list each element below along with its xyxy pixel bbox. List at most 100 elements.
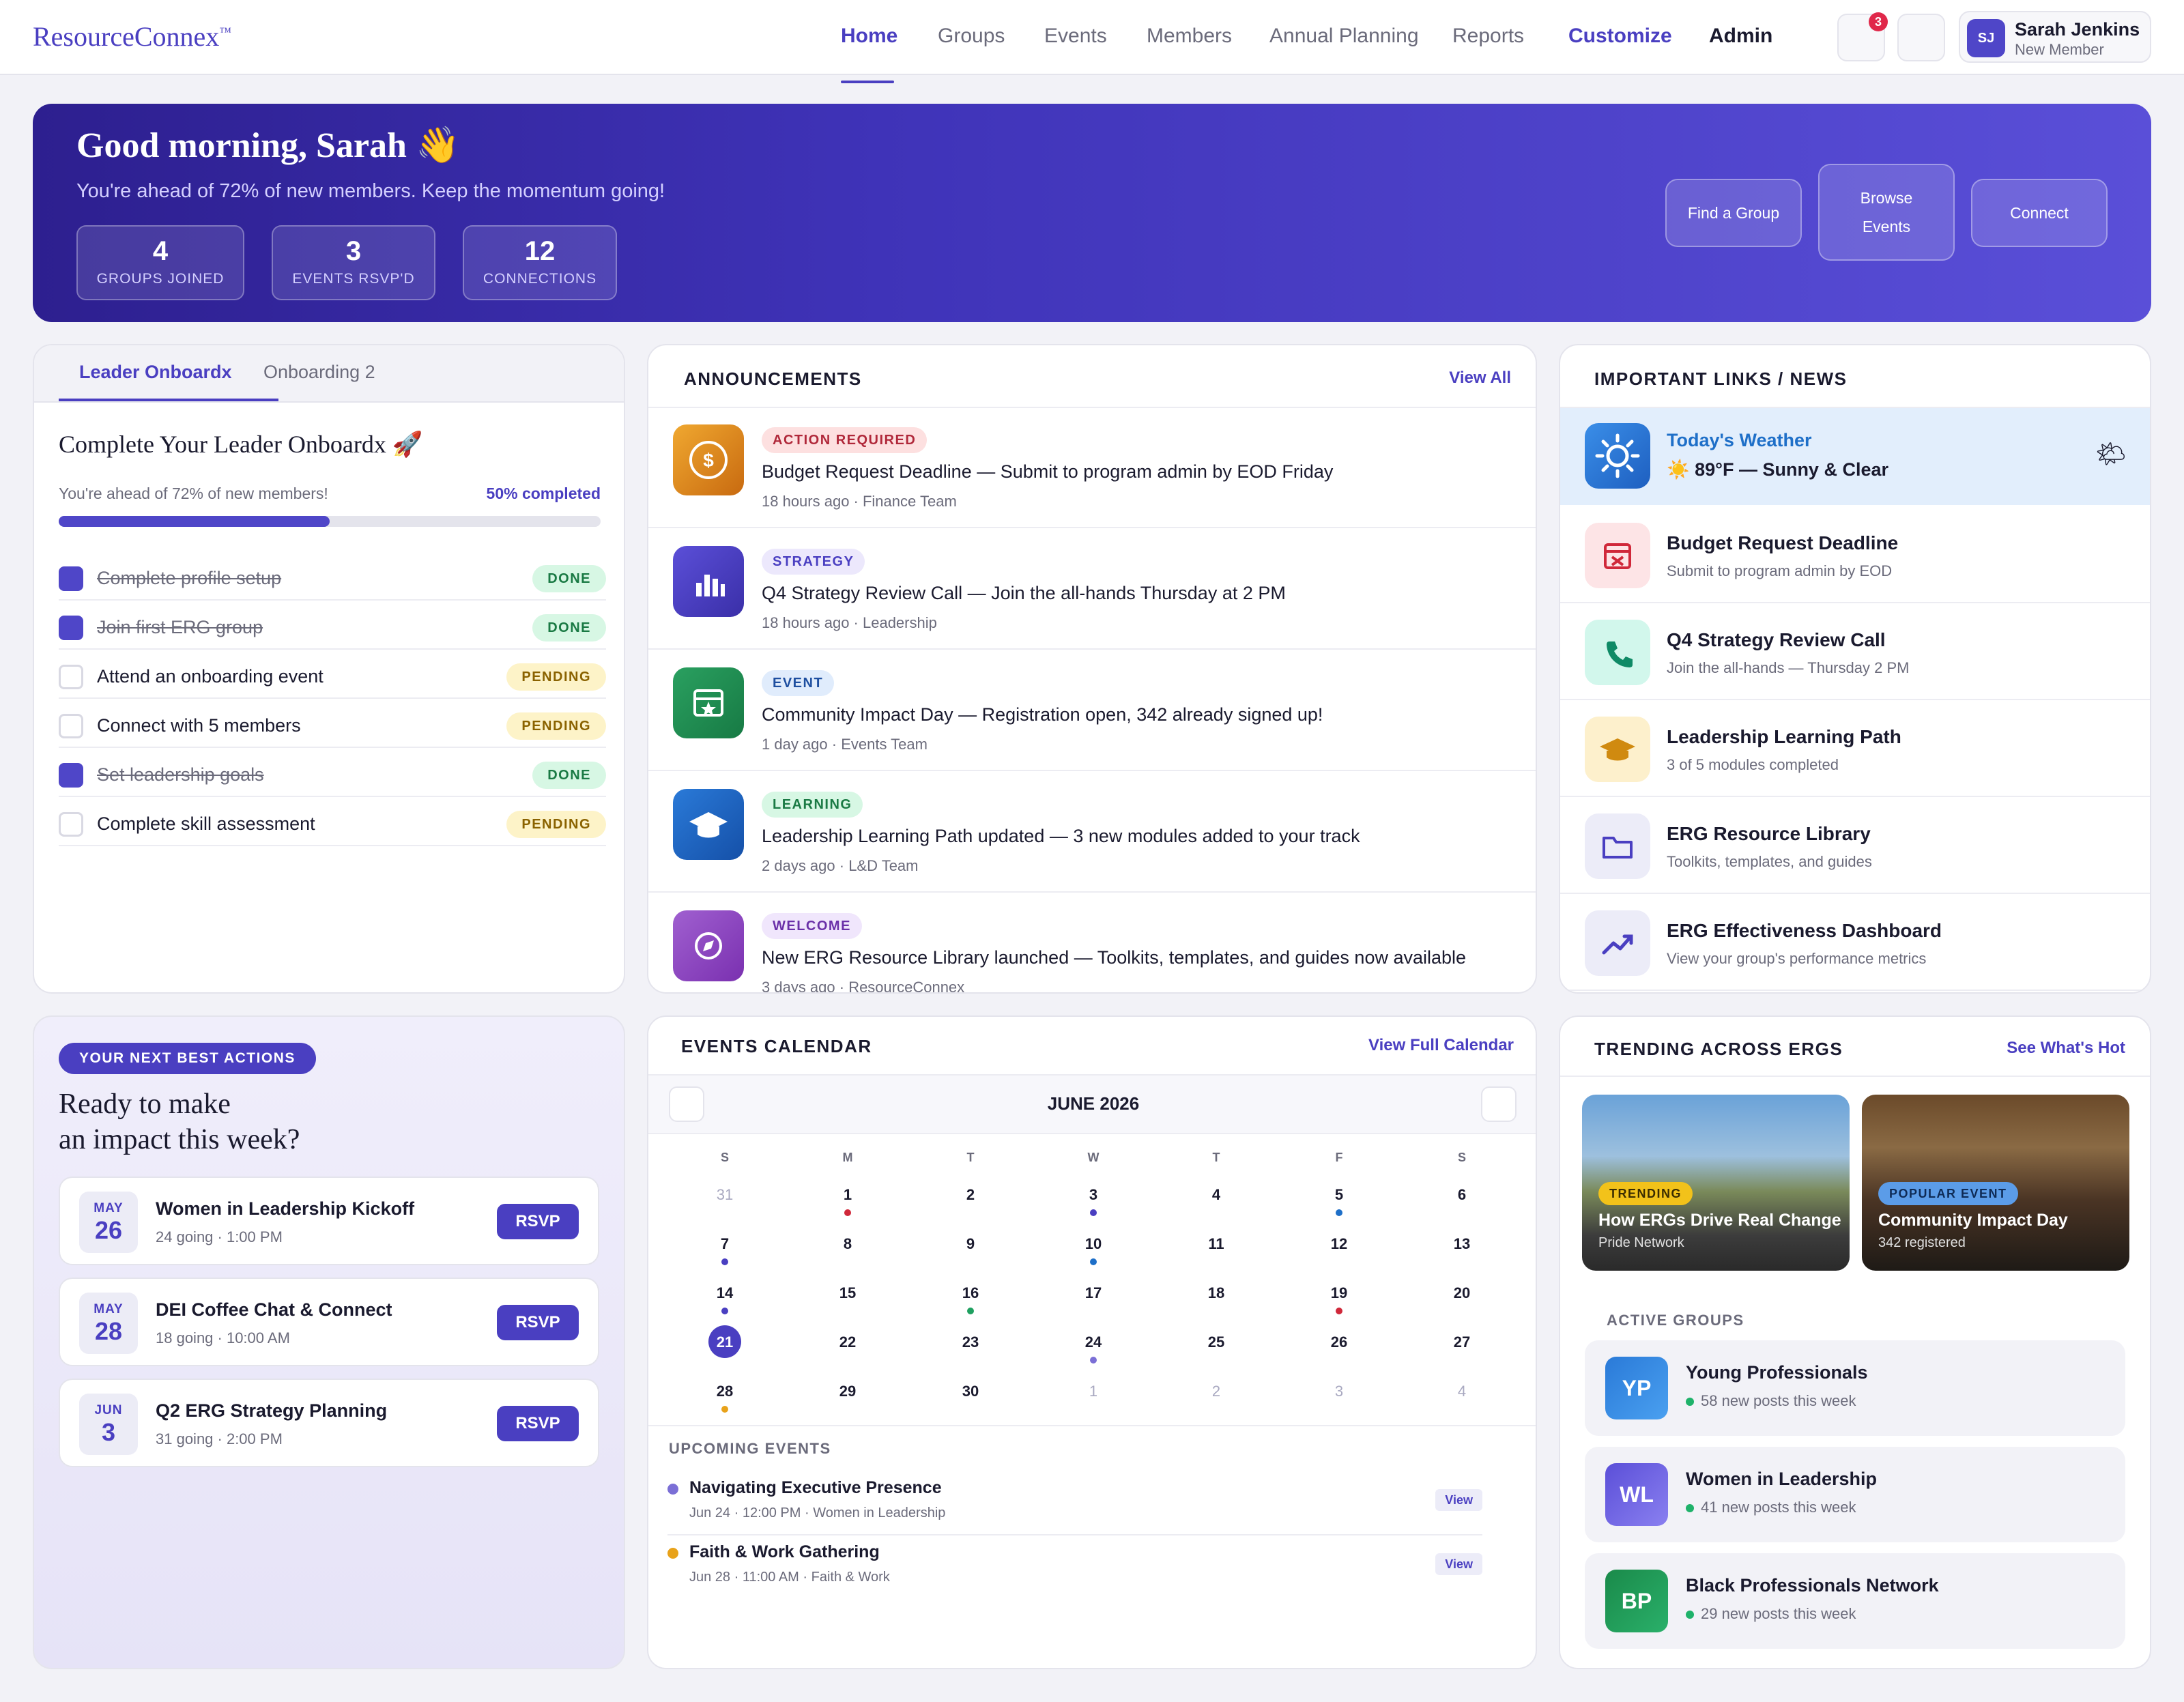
active-group-item[interactable]: WL Women in Leadership 41 new posts this w… xyxy=(1585,1447,2125,1542)
rsvp-button[interactable]: RSVP xyxy=(497,1305,579,1340)
upcoming-event-item[interactable]: Faith & Work Gathering Jun 28 · 11:00 AM … xyxy=(667,1537,1482,1600)
calendar-day[interactable]: 4 xyxy=(1441,1383,1482,1400)
nav-admin[interactable]: Admin xyxy=(1709,25,1772,48)
task-checkbox[interactable] xyxy=(59,763,83,788)
calendar-day[interactable]: 31 xyxy=(704,1186,745,1204)
view-event-button[interactable]: View xyxy=(1435,1553,1482,1575)
progress-fill xyxy=(59,516,330,527)
connect-button[interactable]: Connect xyxy=(1971,179,2108,247)
task-item[interactable]: Complete skill assessment PENDING xyxy=(59,797,606,846)
action-event-item[interactable]: JUN 3 Q2 ERG Strategy Planning 31 going · 2… xyxy=(59,1379,599,1467)
calendar-day[interactable]: 19 xyxy=(1319,1284,1360,1302)
upcoming-event-item[interactable]: Navigating Executive Presence Jun 24 · 12… xyxy=(667,1473,1482,1535)
calendar-day[interactable]: 2 xyxy=(1196,1383,1237,1400)
calendar-day[interactable]: 12 xyxy=(1319,1235,1360,1253)
rsvp-button[interactable]: RSVP xyxy=(497,1406,579,1441)
nav-events[interactable]: Events xyxy=(1044,25,1107,48)
action-event-item[interactable]: MAY 26 Women in Leadership Kickoff 24 going… xyxy=(59,1177,599,1265)
announcement-item[interactable]: WELCOME New ERG Resource Library launched… xyxy=(648,894,1536,992)
find-group-button[interactable]: Find a Group xyxy=(1665,179,1802,247)
weather-widget[interactable]: Today's Weather ☀️ 89°F — Sunny & Clear … xyxy=(1560,408,2150,505)
tab-onboarding-2[interactable]: Onboarding 2 xyxy=(263,362,375,383)
task-item[interactable]: Set leadership goals DONE xyxy=(59,748,606,797)
trending-card-erg-change[interactable]: TRENDING How ERGs Drive Real Change Prid… xyxy=(1582,1095,1850,1271)
calendar-day[interactable]: 15 xyxy=(827,1284,868,1302)
calendar-day[interactable]: 16 xyxy=(950,1284,991,1302)
calendar-day[interactable]: 25 xyxy=(1196,1333,1237,1351)
calendar-day[interactable]: 3 xyxy=(1073,1186,1114,1204)
calendar-day[interactable]: 21 xyxy=(704,1333,745,1351)
announcements-view-all-link[interactable]: View All xyxy=(1449,369,1511,388)
task-checkbox[interactable] xyxy=(59,714,83,738)
app-logo[interactable]: ResourceConnex™ xyxy=(33,20,231,53)
calendar-day[interactable]: 20 xyxy=(1441,1284,1482,1302)
announcement-item[interactable]: STRATEGY Q4 Strategy Review Call — Join t… xyxy=(648,530,1536,650)
calendar-day[interactable]: 27 xyxy=(1441,1333,1482,1351)
task-item[interactable]: Join first ERG group DONE xyxy=(59,601,606,650)
nav-members[interactable]: Members xyxy=(1147,25,1232,48)
link-item[interactable]: Leadership Learning Path 3 of 5 modules c… xyxy=(1560,700,2150,797)
messages-button[interactable] xyxy=(1897,14,1945,61)
announcement-item[interactable]: $ ACTION REQUIRED Budget Request Deadline … xyxy=(648,408,1536,528)
calendar-day[interactable]: 23 xyxy=(950,1333,991,1351)
nav-home[interactable]: Home xyxy=(841,25,897,48)
welcome-banner: Good morning, Sarah 👋 You're ahead of 72… xyxy=(33,104,2151,322)
calendar-day[interactable]: 24 xyxy=(1073,1333,1114,1351)
stat-events-rsvpd[interactable]: 3 EVENTS RSVP'D xyxy=(272,225,435,300)
stat-groups-joined[interactable]: 4 GROUPS JOINED xyxy=(76,225,244,300)
calendar-day[interactable]: 9 xyxy=(950,1235,991,1253)
calendar-day[interactable]: 8 xyxy=(827,1235,868,1253)
calendar-day[interactable]: 7 xyxy=(704,1235,745,1253)
calendar-day[interactable]: 11 xyxy=(1196,1235,1237,1253)
calendar-day[interactable]: 10 xyxy=(1073,1235,1114,1253)
trending-card-community-day[interactable]: POPULAR EVENT Community Impact Day 342 r… xyxy=(1862,1095,2129,1271)
calendar-day[interactable]: 3 xyxy=(1319,1383,1360,1400)
link-item[interactable]: ERG Effectiveness Dashboard View your gro… xyxy=(1560,894,2150,991)
nav-active-indicator xyxy=(841,81,894,83)
link-item[interactable]: Q4 Strategy Review Call Join the all-hand… xyxy=(1560,603,2150,700)
calendar-day[interactable]: 4 xyxy=(1196,1186,1237,1204)
browse-events-button[interactable]: Browse Events xyxy=(1818,164,1955,261)
calendar-day[interactable]: 5 xyxy=(1319,1186,1360,1204)
active-group-item[interactable]: YP Young Professionals 58 new posts this w… xyxy=(1585,1340,2125,1436)
task-item[interactable]: Connect with 5 members PENDING xyxy=(59,699,606,748)
see-whats-hot-link[interactable]: See What's Hot xyxy=(2007,1039,2125,1058)
nav-reports[interactable]: Reports xyxy=(1452,25,1524,48)
link-item[interactable]: ERG Resource Library Toolkits, templates,… xyxy=(1560,797,2150,894)
onboarding-progress-text: You're ahead of 72% of new members! xyxy=(59,485,328,502)
calendar-day[interactable]: 28 xyxy=(704,1383,745,1400)
link-item[interactable]: Budget Request Deadline Submit to program… xyxy=(1560,506,2150,603)
stat-connections[interactable]: 12 CONNECTIONS xyxy=(463,225,617,300)
calendar-day[interactable]: 22 xyxy=(827,1333,868,1351)
calendar-day[interactable]: 18 xyxy=(1196,1284,1237,1302)
user-menu[interactable]: SJ Sarah Jenkins New Member xyxy=(1959,11,2151,63)
task-checkbox[interactable] xyxy=(59,566,83,591)
trending-tag: POPULAR EVENT xyxy=(1878,1182,2018,1205)
calendar-day[interactable]: 1 xyxy=(1073,1383,1114,1400)
calendar-day[interactable]: 1 xyxy=(827,1186,868,1204)
nav-annual-planning[interactable]: Annual Planning xyxy=(1269,25,1419,48)
active-group-item[interactable]: BP Black Professionals Network 29 new post… xyxy=(1585,1553,2125,1649)
task-checkbox[interactable] xyxy=(59,616,83,640)
view-event-button[interactable]: View xyxy=(1435,1489,1482,1511)
nav-customize[interactable]: Customize xyxy=(1568,25,1672,48)
task-checkbox[interactable] xyxy=(59,665,83,689)
calendar-day[interactable]: 26 xyxy=(1319,1333,1360,1351)
tab-leader-onboardx[interactable]: Leader Onboardx xyxy=(79,362,232,383)
calendar-day[interactable]: 30 xyxy=(950,1383,991,1400)
rsvp-button[interactable]: RSVP xyxy=(497,1204,579,1239)
task-item[interactable]: Complete profile setup DONE xyxy=(59,551,606,601)
event-dot xyxy=(721,1258,728,1265)
action-event-item[interactable]: MAY 28 DEI Coffee Chat & Connect 18 going ·… xyxy=(59,1278,599,1366)
calendar-day[interactable]: 2 xyxy=(950,1186,991,1204)
task-checkbox[interactable] xyxy=(59,812,83,837)
calendar-day[interactable]: 6 xyxy=(1441,1186,1482,1204)
task-item[interactable]: Attend an onboarding event PENDING xyxy=(59,650,606,699)
calendar-day[interactable]: 14 xyxy=(704,1284,745,1302)
nav-groups[interactable]: Groups xyxy=(938,25,1005,48)
announcement-item[interactable]: EVENT Community Impact Day — Registration… xyxy=(648,651,1536,771)
calendar-day[interactable]: 13 xyxy=(1441,1235,1482,1253)
announcement-item[interactable]: LEARNING Leadership Learning Path updated… xyxy=(648,773,1536,893)
calendar-day[interactable]: 29 xyxy=(827,1383,868,1400)
calendar-day[interactable]: 17 xyxy=(1073,1284,1114,1302)
